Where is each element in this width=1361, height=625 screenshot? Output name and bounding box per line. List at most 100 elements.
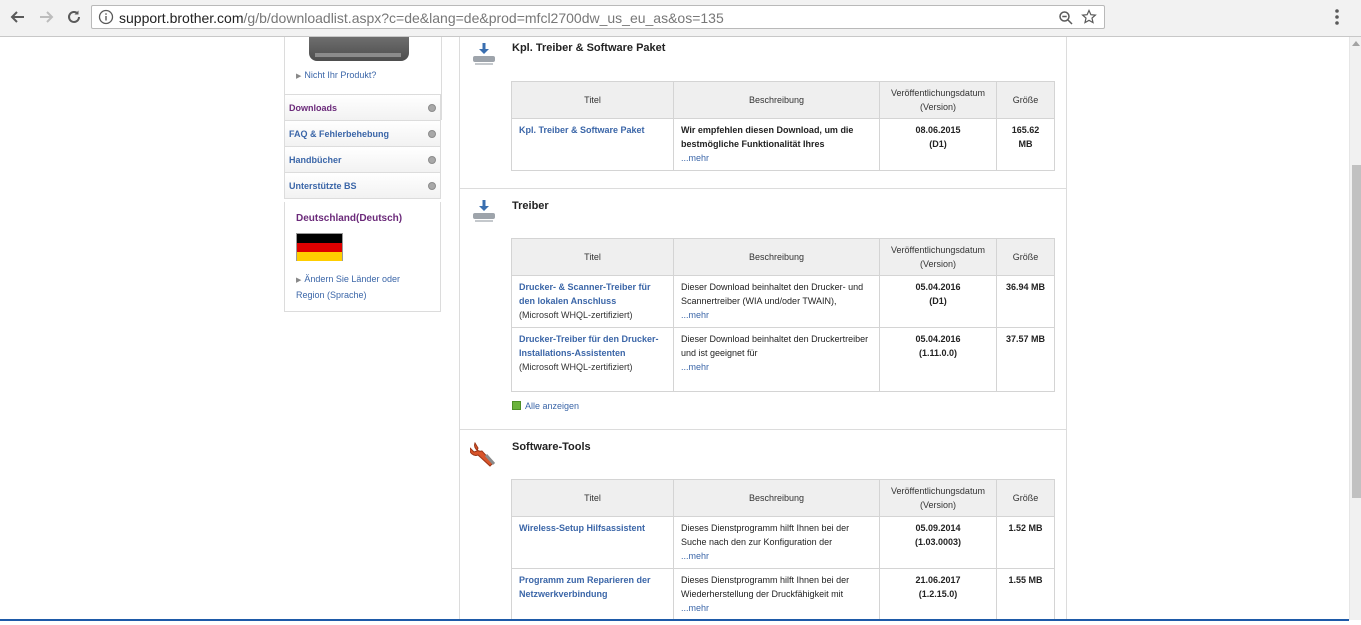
title-cell: Kpl. Treiber & Software Paket [511,118,674,171]
scroll-up-arrow-icon[interactable] [1352,41,1360,46]
col-title-header: Titel [511,479,674,517]
show-all-label: Alle anzeigen [525,401,580,411]
bookmark-star-icon[interactable] [1081,9,1097,25]
table-header: Titel Beschreibung Veröffentlichungsdatu… [511,238,1055,276]
change-country-link[interactable]: ▶ Ändern Sie Länder oder Region (Sprache) [296,272,426,302]
triangle-icon: ▶ [296,277,302,284]
title-subtext: (Microsoft WHQL-zertifiziert) [519,310,633,320]
back-button[interactable] [6,5,30,29]
date-cell: 05.04.2016 (1.11.0.0) [879,327,997,392]
download-title-link[interactable]: Drucker- & Scanner-Treiber für den lokal… [519,282,651,306]
flag-stripe [297,243,342,252]
description-text: Dieser Download beinhaltet den Druckertr… [681,334,869,358]
download-title-link[interactable]: Programm zum Reparieren der Netzwerkverb… [519,575,651,599]
title-cell: Drucker- & Scanner-Treiber für den lokal… [511,275,674,328]
address-bar[interactable]: support.brother.com/g/b/downloadlist.asp… [91,5,1105,29]
plus-icon [512,401,521,410]
wrench-icon [470,441,496,467]
side-item-manuals[interactable]: Handbücher [284,147,441,173]
side-menu: Downloads FAQ & Fehlerbehebung Handbüche… [284,94,441,199]
release-date: 21.06.2017 [915,575,961,585]
col-size-header: Größe [996,238,1055,276]
col-size-header: Größe [996,81,1055,119]
table-header: Titel Beschreibung Veröffentlichungsdatu… [511,479,1055,517]
date-cell: 05.04.2016 (D1) [879,275,997,328]
scrollbar-thumb[interactable] [1352,165,1361,498]
description-text: Wir empfehlen diesen Download, um die be… [681,125,854,149]
table-row: Wireless-Setup Hilfsassistent Dieses Die… [511,516,1055,569]
col-title-header: Titel [511,238,674,276]
url-host: support.brother.com [119,10,244,26]
show-all-link[interactable]: Alle anzeigen [512,401,579,411]
download-list: Kpl. Treiber & Software Paket Titel Besc… [459,37,1067,621]
url-path: /g/b/downloadlist.aspx?c=de&lang=de&prod… [243,10,724,26]
side-item-downloads[interactable]: Downloads [284,94,441,121]
title-cell: Drucker-Treiber für den Drucker-Installa… [511,327,674,392]
col-date-header: Veröffentlichungsdatum (Version) [879,238,997,276]
col-description-header: Beschreibung [673,479,880,517]
not-your-product-label: Nicht Ihr Produkt? [304,70,377,80]
triangle-icon: ▶ [296,73,302,80]
download-title-link[interactable]: Drucker-Treiber für den Drucker-Installa… [519,334,659,358]
more-link[interactable]: ...mehr [681,601,872,615]
section-title: Kpl. Treiber & Software Paket [512,42,666,54]
side-item-label: Unterstützte BS [289,181,357,191]
download-title-link[interactable]: Wireless-Setup Hilfsassistent [519,523,645,533]
vertical-scrollbar[interactable] [1349,37,1361,620]
col-size-header: Größe [996,479,1055,517]
title-cell: Programm zum Reparieren der Netzwerkverb… [511,568,674,621]
size-cell: 1.52 MB [996,516,1055,569]
version: (1.11.0.0) [918,348,958,358]
release-date: 08.06.2015 [915,125,961,135]
table-row: Programm zum Reparieren der Netzwerkverb… [511,568,1055,621]
description-cell: Dieser Download beinhaltet den Druckertr… [673,327,880,392]
not-your-product-link[interactable]: ▶ Nicht Ihr Produkt? [296,70,376,80]
date-cell: 08.06.2015 (D1) [879,118,997,171]
title-cell: Wireless-Setup Hilfsassistent [511,516,674,569]
description-text: Dieses Dienstprogramm hilft Ihnen bei de… [681,523,850,547]
download-icon [473,200,495,222]
description-cell: Dieser Download beinhaltet den Drucker- … [673,275,880,328]
description-text: Dieses Dienstprogramm hilft Ihnen bei de… [681,575,850,599]
more-link[interactable]: ...mehr [681,151,872,165]
date-cell: 21.06.2017 (1.2.15.0) [879,568,997,621]
side-item-faq[interactable]: FAQ & Fehlerbehebung [284,121,441,147]
title-subtext: (Microsoft WHQL-zertifiziert) [519,362,633,372]
country-box: Deutschland(Deutsch) ▶ Ändern Sie Länder … [284,202,441,312]
germany-flag-icon [296,233,343,261]
more-link[interactable]: ...mehr [681,308,872,322]
table-header: Titel Beschreibung Veröffentlichungsdatu… [511,81,1055,119]
download-title-link[interactable]: Kpl. Treiber & Software Paket [519,125,645,135]
side-item-label: Downloads [289,103,338,113]
more-link[interactable]: ...mehr [681,549,872,563]
forward-button[interactable] [34,5,58,29]
zoom-icon[interactable] [1058,10,1074,26]
bullet-icon [428,104,436,112]
date-cell: 05.09.2014 (1.03.0003) [879,516,997,569]
url-text[interactable]: support.brother.com/g/b/downloadlist.asp… [119,10,724,26]
table-row: Kpl. Treiber & Software Paket Wir empfeh… [511,118,1055,171]
col-title-header: Titel [511,81,674,119]
section-title: Treiber [512,200,549,212]
reload-button[interactable] [62,5,86,29]
col-description-header: Beschreibung [673,81,880,119]
printer-image [309,37,409,61]
more-link[interactable]: ...mehr [681,360,872,374]
download-table: Titel Beschreibung Veröffentlichungsdatu… [511,81,1055,171]
info-icon[interactable] [98,9,114,25]
size-cell: 37.57 MB [996,327,1055,392]
browser-menu-icon[interactable] [1334,8,1340,26]
side-item-supported-os[interactable]: Unterstützte BS [284,173,441,199]
col-description-header: Beschreibung [673,238,880,276]
change-country-label: Ändern Sie Länder oder Region (Sprache) [296,274,400,300]
download-table: Titel Beschreibung Veröffentlichungsdatu… [511,238,1055,392]
section-divider [460,429,1066,430]
section-divider [460,188,1066,189]
forward-arrow-icon [40,11,54,23]
country-title: Deutschland(Deutsch) [296,213,403,224]
flag-stripe [297,234,342,243]
reload-icon [68,10,80,23]
browser-toolbar: support.brother.com/g/b/downloadlist.asp… [0,0,1361,37]
side-item-label: FAQ & Fehlerbehebung [289,129,390,139]
release-date: 05.04.2016 [915,282,961,292]
